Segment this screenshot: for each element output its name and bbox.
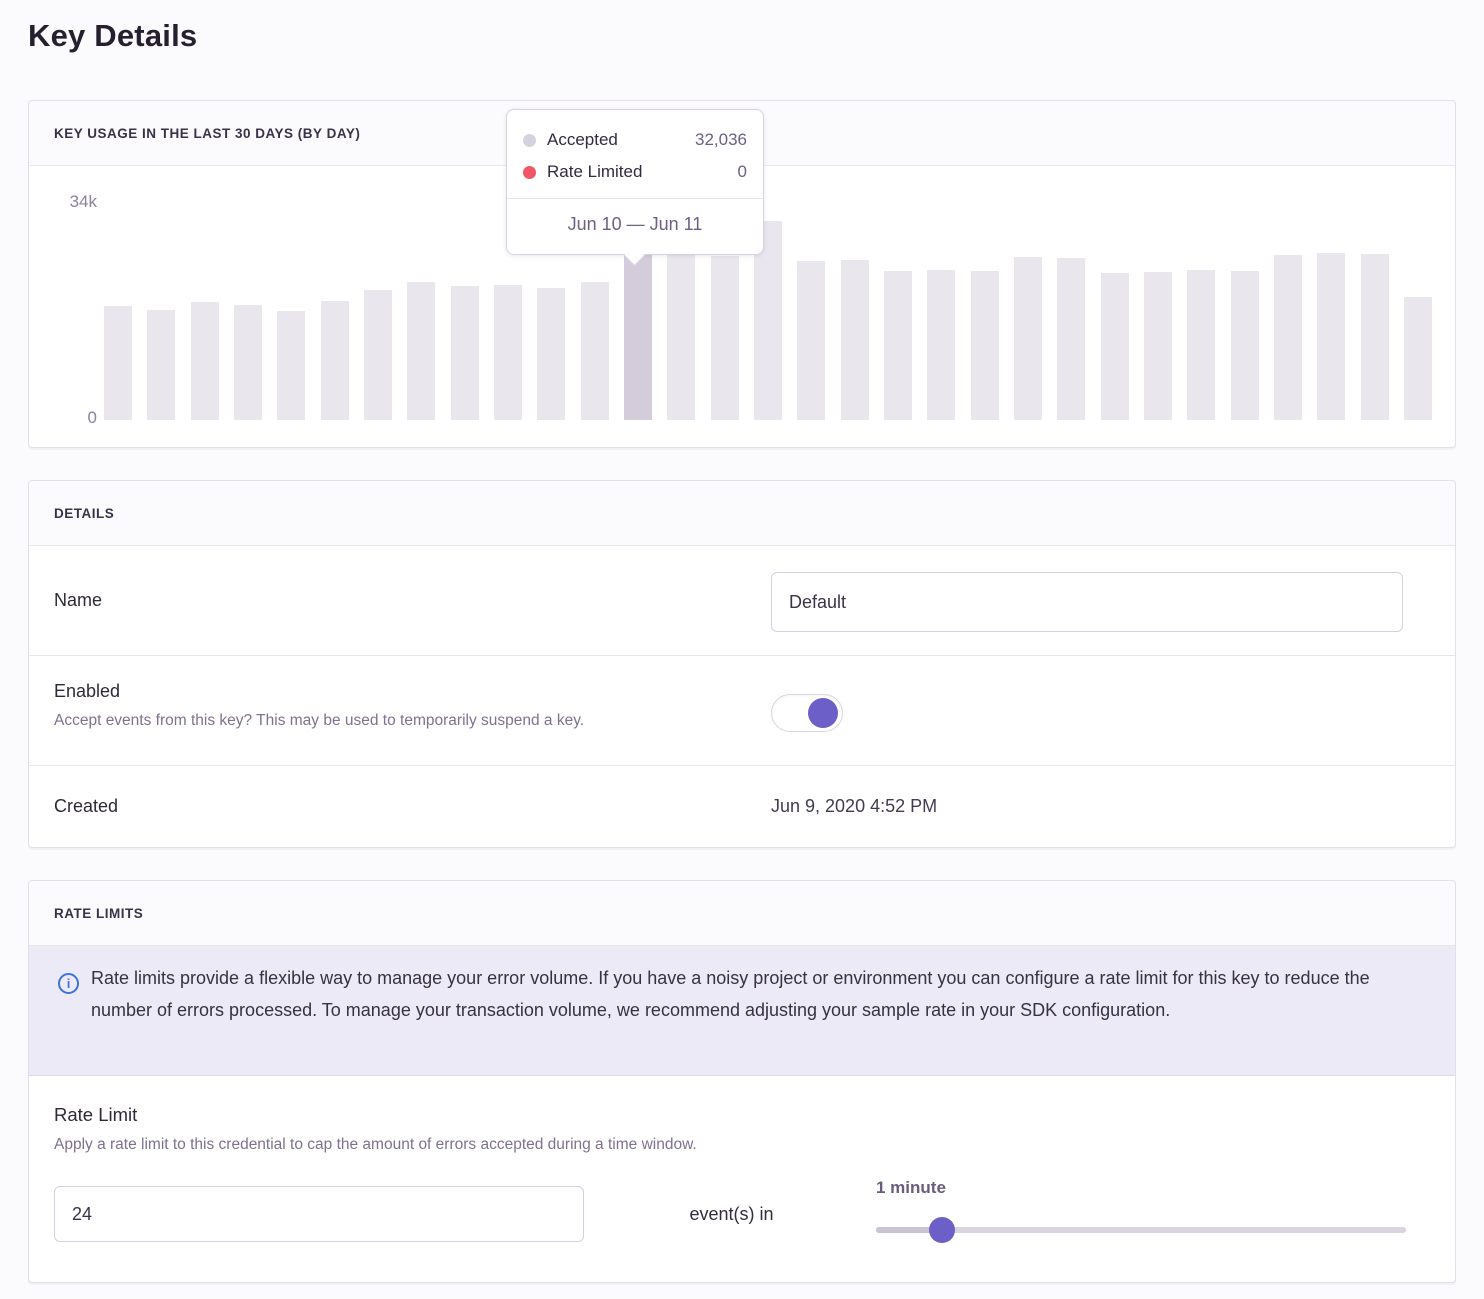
rate-limit-label: Rate Limit <box>54 1104 137 1126</box>
chart-bar[interactable] <box>1014 257 1042 420</box>
name-row: Name <box>29 546 1455 656</box>
chart-bar[interactable] <box>451 286 479 420</box>
chart-tooltip: Accepted 32,036 Rate Limited 0 Jun 10 — … <box>506 109 764 255</box>
chart-bar[interactable] <box>1231 271 1259 420</box>
chart-bar[interactable] <box>971 271 999 420</box>
page-title: Key Details <box>28 18 197 54</box>
rate-limit-middle-text: event(s) in <box>654 1186 809 1242</box>
enabled-row: Enabled Accept events from this key? Thi… <box>29 656 1455 766</box>
tooltip-accepted-row: Accepted 32,036 <box>523 124 747 156</box>
chart-bar[interactable] <box>581 282 609 420</box>
chart-bar[interactable] <box>1361 254 1389 420</box>
info-icon: i <box>58 973 79 994</box>
details-panel: DETAILS Name Enabled Accept events from … <box>28 480 1456 848</box>
tooltip-rate-limited-value: 0 <box>738 162 747 182</box>
tooltip-date-range: Jun 10 — Jun 11 <box>523 199 747 235</box>
accepted-dot-icon <box>523 134 536 147</box>
tooltip-accepted-label: Accepted <box>547 130 618 150</box>
chart-bar[interactable] <box>494 285 522 420</box>
chart-bar[interactable] <box>1144 272 1172 420</box>
chart-bar[interactable] <box>797 261 825 420</box>
toggle-knob <box>808 698 838 728</box>
chart-bar[interactable] <box>1317 253 1345 420</box>
chart-bar[interactable] <box>321 301 349 420</box>
enabled-label: Enabled <box>54 681 584 702</box>
rate-limited-dot-icon <box>523 166 536 179</box>
chart-bar[interactable] <box>234 305 262 420</box>
rate-limits-info-alert: i Rate limits provide a flexible way to … <box>29 946 1455 1076</box>
slider-value-label: 1 minute <box>876 1178 1406 1198</box>
name-input[interactable] <box>771 572 1403 632</box>
usage-panel: KEY USAGE IN THE LAST 30 DAYS (BY DAY) 3… <box>28 100 1456 448</box>
chart-bar[interactable] <box>364 290 392 420</box>
page: Key Details KEY USAGE IN THE LAST 30 DAY… <box>0 0 1484 1299</box>
slider-knob[interactable] <box>929 1217 955 1243</box>
rate-limits-panel-header: RATE LIMITS <box>29 881 1455 946</box>
details-panel-header: DETAILS <box>29 481 1455 546</box>
chart-bar[interactable] <box>1404 297 1432 420</box>
chart-bar[interactable] <box>191 302 219 420</box>
chart-bar[interactable] <box>841 260 869 420</box>
created-value: Jun 9, 2020 4:52 PM <box>771 766 937 847</box>
created-row: Created Jun 9, 2020 4:52 PM <box>29 766 1455 847</box>
rate-limit-count-input[interactable] <box>54 1186 584 1242</box>
chart-bar[interactable] <box>667 255 695 420</box>
chart-bar[interactable] <box>711 256 739 420</box>
chart-bar[interactable] <box>1274 255 1302 420</box>
chart-bar[interactable] <box>277 311 305 420</box>
chart-bar[interactable] <box>1187 270 1215 420</box>
tooltip-rate-limited-label: Rate Limited <box>547 162 642 182</box>
chart-bar[interactable] <box>407 282 435 420</box>
slider-track[interactable] <box>876 1227 1406 1233</box>
name-label: Name <box>54 546 102 655</box>
created-label: Created <box>54 766 118 847</box>
tooltip-rate-limited-row: Rate Limited 0 <box>523 156 747 188</box>
rate-limit-window-slider: 1 minute <box>876 1178 1406 1233</box>
rate-limit-row: Rate Limit Apply a rate limit to this cr… <box>29 1076 1455 1282</box>
tooltip-accepted-value: 32,036 <box>695 130 747 150</box>
chart-bar[interactable] <box>884 271 912 420</box>
chart-bar[interactable] <box>537 288 565 420</box>
enabled-label-block: Enabled Accept events from this key? Thi… <box>54 681 584 730</box>
chart-bar[interactable] <box>1057 258 1085 420</box>
chart-bar[interactable] <box>147 310 175 420</box>
chart-bar[interactable] <box>927 270 955 420</box>
enabled-help-text: Accept events from this key? This may be… <box>54 712 584 730</box>
rate-limits-panel: RATE LIMITS i Rate limits provide a flex… <box>28 880 1456 1283</box>
chart-bar[interactable] <box>1101 273 1129 420</box>
rate-limit-help-text: Apply a rate limit to this credential to… <box>54 1136 697 1154</box>
enabled-toggle[interactable] <box>771 694 843 732</box>
alert-text: Rate limits provide a flexible way to ma… <box>91 962 1431 1026</box>
chart-bar[interactable] <box>104 306 132 420</box>
